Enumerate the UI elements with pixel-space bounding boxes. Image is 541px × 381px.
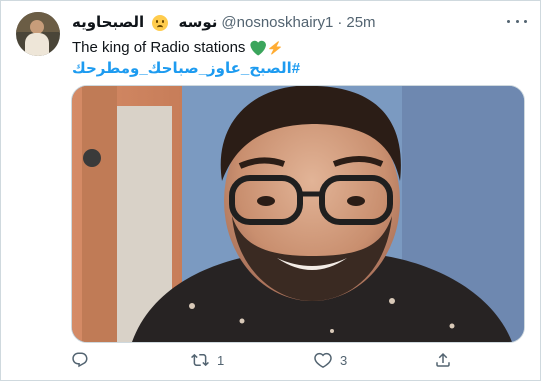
retweet-button[interactable]: 1 — [191, 349, 224, 371]
tweet-header: نوسه الصبحاويه @nosnoskhairy1 · 25m — [72, 11, 376, 33]
author-handle[interactable]: @nosnoskhairy1 — [221, 14, 333, 31]
author-name-part2: الصبحاويه — [72, 13, 145, 31]
high-voltage-icon — [269, 40, 282, 55]
reply-button[interactable] — [71, 349, 97, 371]
author-name-part1: نوسه — [178, 13, 218, 31]
green-heart-icon — [250, 40, 267, 56]
sad-face-icon — [152, 15, 169, 32]
share-icon — [436, 352, 450, 367]
tweet-time[interactable]: 25m — [346, 14, 375, 31]
more-options-button[interactable] — [507, 13, 527, 29]
retweet-icon — [191, 353, 209, 367]
reply-icon — [72, 352, 88, 368]
separator-dot: · — [337, 13, 343, 31]
avatar[interactable] — [16, 12, 60, 56]
like-button[interactable]: 3 — [314, 349, 347, 371]
tweet-media-photo[interactable] — [71, 85, 525, 343]
author-name[interactable]: نوسه الصبحاويه — [72, 13, 218, 32]
hashtag-link[interactable]: #الصبح_عاوز_صباحك_ومطرحك — [72, 59, 300, 77]
share-button[interactable] — [434, 349, 460, 371]
heart-icon — [314, 352, 332, 368]
tweet-text: The king of Radio stations — [72, 39, 282, 56]
retweet-count: 1 — [217, 352, 225, 368]
like-count: 3 — [340, 352, 348, 368]
tweet-card[interactable]: نوسه الصبحاويه @nosnoskhairy1 · 25m The … — [0, 0, 541, 381]
portrait-photo — [72, 86, 524, 342]
tweet-text-body: The king of Radio stations — [72, 39, 246, 56]
